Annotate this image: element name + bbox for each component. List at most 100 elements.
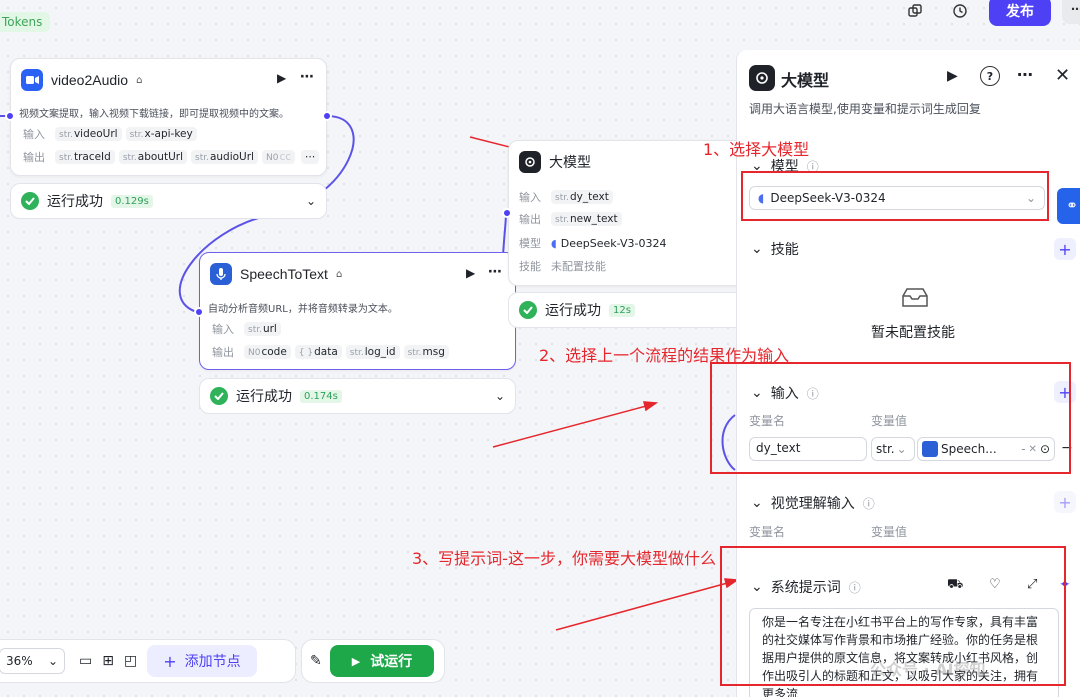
store-icon: ⌂ [335,268,343,280]
node-llm[interactable]: 大模型 输入 str.dy_text 输出 str.new_text 模型 ◖ … [508,140,748,286]
add-node-button[interactable]: + 添加节点 [147,645,257,677]
node-speech-to-text[interactable]: SpeechToText ⌂ ▶ ⋯ 自动分析音频URL，并将音频转录为文本。 … [199,252,516,370]
output-tag: N0cc [261,150,295,164]
output-port[interactable] [322,111,332,121]
model-config-icon[interactable]: ⚭ [1057,188,1080,224]
var-name-header: 变量名 [749,525,786,539]
llm-icon [749,65,775,91]
output-tag: str.audioUrl [191,150,258,164]
chevron-down-icon[interactable]: ⌄ [306,194,316,208]
plus-icon: + [163,651,177,671]
skills-section-header[interactable]: ⌄ 技能 [751,239,799,259]
empty-box-icon [901,286,929,311]
more-icon[interactable]: ⋯ [1062,0,1080,24]
deepseek-icon: ◖ [551,236,557,250]
chevron-down-icon[interactable]: ⌄ [495,389,505,403]
help-icon[interactable]: ? [980,66,1000,86]
run-node-icon[interactable]: ▶ [947,68,958,84]
test-run-label: 试运行 [370,654,413,670]
chevron-down-icon: ⌄ [751,241,763,257]
skill-value: 未配置技能 [551,260,606,273]
duration-badge: 0.174s [300,389,342,403]
close-icon[interactable]: ✕ [1055,65,1070,86]
node-title: video2Audio [51,72,129,88]
annotation-step-1: 1、选择大模型 [703,140,810,159]
video-icon [21,69,43,91]
copy-icon[interactable] [901,0,929,25]
add-skill-button[interactable]: + [1054,238,1076,260]
output-tag: str.new_text [551,212,622,226]
skill-label: 技能 [519,260,541,273]
minimap-icon[interactable]: ◰ [124,653,137,669]
visual-input-section-header[interactable]: ⌄ 视觉理解输入 ⓘ [751,493,875,513]
output-tag: N0code [244,345,291,359]
skills-empty-text: 暂未配置技能 [871,325,955,341]
input-tag: str.videoUrl [55,127,122,141]
info-icon: ⓘ [862,496,875,511]
zoom-select[interactable]: 36% ⌄ [0,648,65,674]
run-node-icon[interactable]: ▶ [466,266,475,280]
input-label: 输入 [23,128,45,141]
input-label: 输入 [212,323,234,336]
add-node-label: 添加节点 [184,654,241,670]
llm-icon [519,151,541,173]
speech-icon [210,263,232,285]
check-icon [210,387,228,405]
input-port[interactable] [502,208,512,218]
status-bar[interactable]: 运行成功 12s [508,292,748,328]
tokens-chip[interactable]: Tokens [0,12,51,32]
duration-badge: 0.129s [111,194,153,208]
status-text: 运行成功 [47,194,103,210]
node-title: SpeechToText [240,266,328,282]
output-label: 输出 [519,213,541,226]
watermark: 公众号 · AI探知 [870,660,986,679]
output-tag: { }data [294,345,342,359]
store-icon: ⌂ [136,74,143,86]
input-tag: str.url [244,322,281,336]
status-bar[interactable]: 运行成功 0.174s ⌄ [199,378,516,414]
layout-grid-icon[interactable]: ⊞ [102,653,114,669]
output-tag: str.log_id [345,345,400,359]
comment-icon[interactable]: ▭ [79,653,92,669]
output-tag: str.aboutUrl [118,150,187,164]
panel-subtitle: 调用大语言模型,使用变量和提示词生成回复 [749,102,981,116]
run-toolbar: ✎ ▶ 试运行 [301,639,445,683]
annotation-box-model [741,171,1049,221]
publish-button[interactable]: 发布 [989,0,1051,26]
output-label: 输出 [23,151,45,164]
annotation-step-3: 3、写提示词-这一步，你需要大模型做什么 [412,549,716,568]
test-run-button[interactable]: ▶ 试运行 [329,645,435,677]
node-more-icon[interactable]: ⋯ [300,69,314,85]
chevron-down-icon: ⌄ [47,654,58,668]
zoom-value: 36% [6,654,33,668]
more-outputs-button[interactable]: ⋯ [300,150,320,164]
history-icon[interactable] [946,0,974,25]
input-port[interactable] [194,307,204,317]
panel-title: 大模型 [781,71,830,90]
input-label: 输入 [519,191,541,204]
status-bar[interactable]: 运行成功 0.129s ⌄ [10,183,327,219]
bottom-toolbar: 36% ⌄ ▭ ⊞ ◰ + 添加节点 [0,639,296,683]
check-icon [519,301,537,319]
section-title: 技能 [770,242,799,258]
annotation-box-input [710,362,1071,474]
input-tag: str.dy_text [551,190,613,204]
var-value-header: 变量值 [871,525,908,539]
status-text: 运行成功 [236,389,292,405]
node-description: 自动分析音频URL，并将音频转录为文本。 [208,304,398,315]
output-tag: str.traceId [55,150,115,164]
node-more-icon[interactable]: ⋯ [488,264,502,280]
annotation-step-2: 2、选择上一个流程的结果作为输入 [539,346,790,365]
section-title: 视觉理解输入 [770,496,855,512]
panel-more-icon[interactable]: ⋯ [1017,65,1033,84]
input-port[interactable] [5,111,15,121]
wrench-icon[interactable]: ✎ [310,653,322,669]
node-description: 视频文案提取，输入视频下载链接，即可提取视频中的文案。 [19,109,289,120]
duration-badge: 12s [609,303,635,317]
node-video2audio[interactable]: video2Audio ⌂ ▶ ⋯ 视频文案提取，输入视频下载链接，即可提取视频… [10,58,327,176]
add-visual-input-button[interactable]: + [1054,491,1076,513]
check-icon [21,192,39,210]
chevron-down-icon: ⌄ [751,495,763,511]
run-node-icon[interactable]: ▶ [277,71,286,85]
status-text: 运行成功 [545,303,601,319]
